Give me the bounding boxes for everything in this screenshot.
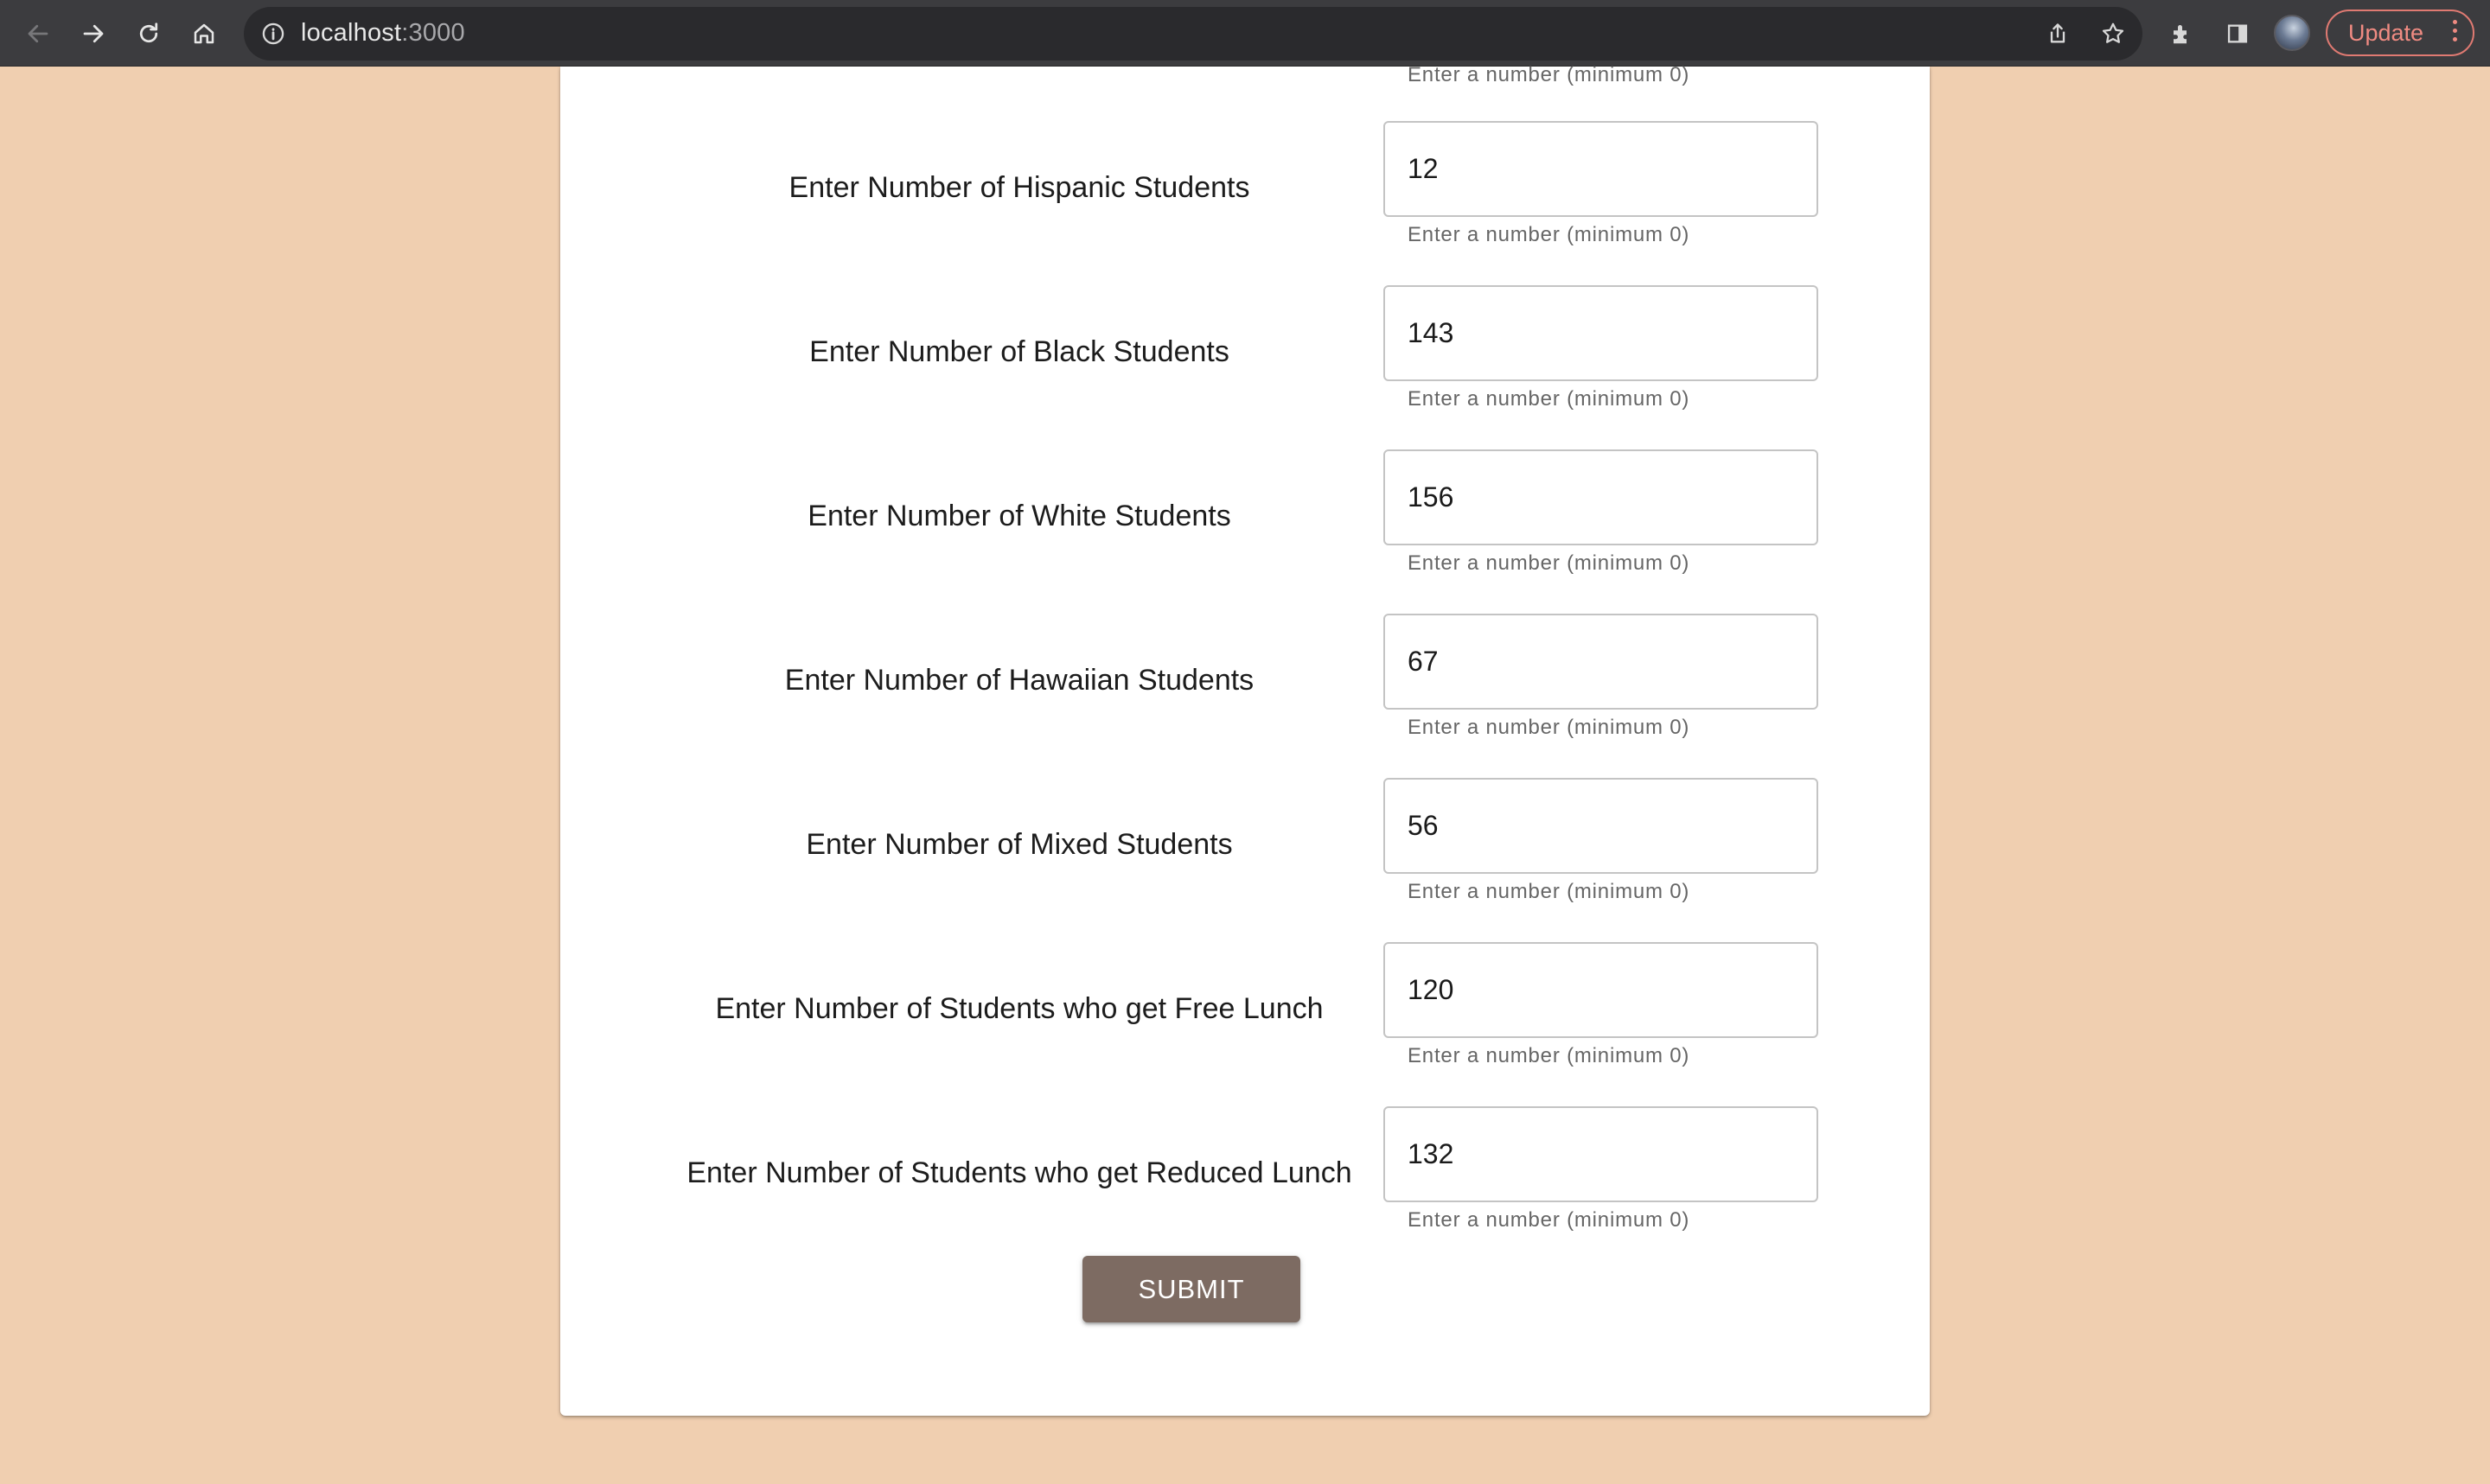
form-row-hispanic: Enter Number of Hispanic Students Enter …: [560, 121, 1930, 285]
field-label: Enter Number of Black Students: [809, 335, 1229, 368]
field-label: Enter Number of Hispanic Students: [788, 171, 1250, 204]
form-row-mixed: Enter Number of Mixed Students Enter a n…: [560, 778, 1930, 942]
reduced-lunch-input[interactable]: [1383, 1106, 1818, 1202]
form-row-reduced-lunch: Enter Number of Students who get Reduced…: [560, 1106, 1930, 1271]
form-row-free-lunch: Enter Number of Students who get Free Lu…: [560, 942, 1930, 1106]
free-lunch-input[interactable]: [1383, 942, 1818, 1038]
white-students-input[interactable]: [1383, 449, 1818, 545]
black-students-input[interactable]: [1383, 285, 1818, 381]
helper-text: Enter a number (minimum 0): [1408, 880, 1690, 903]
submit-button[interactable]: SUBMIT: [1082, 1256, 1300, 1322]
profile-avatar[interactable]: [2274, 15, 2310, 51]
star-icon[interactable]: [2094, 16, 2132, 52]
home-icon[interactable]: [185, 16, 223, 52]
helper-text: Enter a number (minimum 0): [1408, 387, 1690, 411]
field-label: Enter Number of Students who get Reduced…: [686, 1156, 1352, 1189]
back-arrow-icon[interactable]: [19, 16, 57, 52]
helper-text: Enter a number (minimum 0): [1408, 223, 1690, 246]
helper-text: Enter a number (minimum 0): [1408, 551, 1690, 575]
form-row-hawaiian: Enter Number of Hawaiian Students Enter …: [560, 614, 1930, 778]
url-text: localhost:3000: [301, 19, 465, 48]
field-label: Enter Number of Hawaiian Students: [784, 664, 1255, 697]
helper-text: Enter a number (minimum 0): [1408, 716, 1690, 739]
mixed-students-input[interactable]: [1383, 778, 1818, 874]
hispanic-students-input[interactable]: [1383, 121, 1818, 217]
update-button[interactable]: Update: [2326, 10, 2474, 56]
form-card: Enter a number (minimum 0) Enter Number …: [560, 63, 1930, 1416]
field-label: Enter Number of Mixed Students: [806, 828, 1233, 861]
helper-text: Enter a number (minimum 0): [1408, 1208, 1690, 1232]
extensions-icon[interactable]: [2163, 16, 2201, 52]
field-label: Enter Number of Students who get Free Lu…: [715, 992, 1324, 1025]
form-row-white: Enter Number of White Students Enter a n…: [560, 449, 1930, 614]
browser-toolbar: localhost:3000 Update: [0, 0, 2490, 67]
reload-icon[interactable]: [130, 16, 168, 52]
update-label: Update: [2348, 19, 2424, 46]
side-panel-icon[interactable]: [2219, 16, 2257, 52]
helper-text: Enter a number (minimum 0): [1408, 63, 1690, 86]
url-host: localhost: [301, 19, 402, 47]
form-row-black: Enter Number of Black Students Enter a n…: [560, 285, 1930, 449]
kebab-menu-icon[interactable]: [2453, 20, 2457, 41]
info-icon[interactable]: [261, 22, 285, 50]
field-label: Enter Number of White Students: [808, 500, 1231, 532]
helper-text: Enter a number (minimum 0): [1408, 1044, 1690, 1067]
hawaiian-students-input[interactable]: [1383, 614, 1818, 710]
share-icon[interactable]: [2039, 16, 2077, 52]
forward-arrow-icon[interactable]: [74, 16, 112, 52]
address-bar[interactable]: localhost:3000: [244, 7, 2142, 61]
url-port: :3000: [401, 19, 465, 47]
